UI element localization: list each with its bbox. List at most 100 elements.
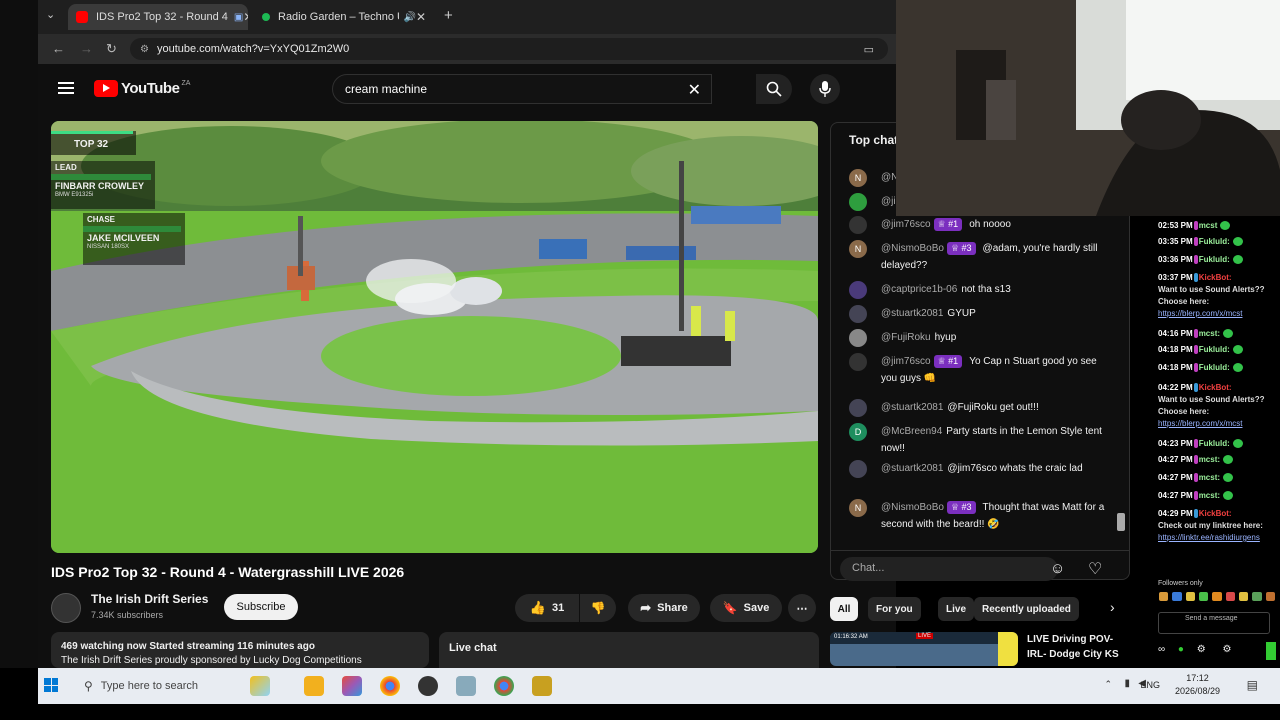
channel-avatar[interactable] <box>51 593 81 623</box>
more-actions-button[interactable]: ⋯ <box>788 594 816 622</box>
close-tab-icon[interactable]: ✕ <box>243 10 248 24</box>
network-app-icon[interactable] <box>456 676 476 696</box>
voice-search-button[interactable] <box>810 74 840 104</box>
back-icon[interactable]: ← <box>52 41 65 56</box>
chat-avatar[interactable] <box>849 460 867 478</box>
like-button[interactable]: 👍 31 <box>515 594 579 622</box>
youtube-logo[interactable]: YouTube ZA <box>94 80 190 97</box>
stream-chat-link[interactable]: https://blerp.com/x/mcst <box>1158 418 1276 430</box>
dislike-button[interactable]: 👎 <box>580 594 616 622</box>
chat-username[interactable]: @jim76sco <box>881 219 931 230</box>
search-input[interactable]: cream machine ✕ <box>332 74 712 104</box>
tab-radio-garden[interactable]: Radio Garden – Techno Und 🔊 ✕ <box>254 4 434 30</box>
clock[interactable]: 17:12 2026/08/29 <box>1175 672 1220 698</box>
save-button[interactable]: 🔖 Save <box>710 594 782 622</box>
chat-avatar[interactable]: D <box>849 423 867 441</box>
chat-username[interactable]: @jim76sco <box>881 356 931 367</box>
hamburger-menu-icon[interactable] <box>58 82 74 94</box>
stream-chat-username[interactable]: KickBot: <box>1199 273 1232 282</box>
chat-avatar[interactable]: N <box>849 499 867 517</box>
tray-chevron-icon[interactable]: ⌃ <box>1104 679 1112 690</box>
reload-icon[interactable]: ↻ <box>106 41 117 57</box>
stream-chat-username[interactable]: Fukluld: <box>1199 345 1230 354</box>
chat-avatar[interactable] <box>849 329 867 347</box>
battery-icon[interactable]: ▮ <box>1124 678 1130 689</box>
filter-chip-for-you[interactable]: For you <box>868 597 921 621</box>
address-bar[interactable]: ⚙ youtube.com/watch?v=YxYQ01Zm2W0 ▭ <box>130 38 888 60</box>
tab-search-chevron-icon[interactable]: ⌄ <box>46 8 55 21</box>
notification-icon[interactable]: ▤ <box>1247 678 1258 692</box>
stream-chat-username[interactable]: KickBot: <box>1199 509 1232 518</box>
settings-alt-icon[interactable]: ⚙ <box>1223 644 1232 655</box>
windows-start-icon[interactable] <box>44 678 58 692</box>
forward-icon[interactable]: → <box>80 41 93 56</box>
chat-username[interactable]: @stuartk2081 <box>881 308 943 319</box>
chat-username[interactable]: @stuartk2081 <box>881 463 943 474</box>
close-tab-icon[interactable]: ✕ <box>416 10 426 24</box>
chat-avatar[interactable]: N <box>849 169 867 187</box>
kick-icon[interactable]: ● <box>1178 644 1184 655</box>
stream-chat-link[interactable]: https://blerp.com/x/mcst <box>1158 308 1276 320</box>
chat-username[interactable]: @NismoBoBo <box>881 243 944 254</box>
cast-icon[interactable]: ▭ <box>864 43 874 56</box>
link-icon[interactable]: ∞ <box>1158 644 1165 655</box>
emoji-icon[interactable]: ☺ <box>1050 560 1065 577</box>
stream-chat-username[interactable]: mcst: <box>1199 491 1220 500</box>
stream-chat-username[interactable]: mcst: <box>1199 455 1220 464</box>
subscribe-button[interactable]: Subscribe <box>224 594 298 620</box>
stream-chat-username[interactable]: KickBot: <box>1199 383 1232 392</box>
app-icon[interactable] <box>532 676 552 696</box>
chat-avatar[interactable] <box>849 193 867 211</box>
tab-youtube[interactable]: IDS Pro2 Top 32 - Round 4 ▣ ✕ <box>68 4 248 30</box>
chat-avatar[interactable] <box>849 216 867 234</box>
chrome-active-icon[interactable] <box>494 676 514 696</box>
stream-chat-username[interactable]: Fukluld: <box>1199 363 1230 372</box>
chat-send-button[interactable] <box>1266 642 1276 660</box>
chevron-right-icon[interactable]: › <box>1110 599 1115 615</box>
chat-avatar[interactable] <box>849 305 867 323</box>
clear-search-icon[interactable]: ✕ <box>688 80 701 100</box>
chat-username[interactable]: @McBreen94 <box>881 426 942 437</box>
new-tab-icon[interactable]: + <box>444 7 453 24</box>
widgets-icon[interactable] <box>250 676 270 696</box>
video-player[interactable]: TOP 32 LEAD FINBARR CROWLEY BMW E91325i … <box>51 121 818 553</box>
chat-avatar[interactable] <box>849 353 867 371</box>
chat-username[interactable]: @captprice1b-06 <box>881 284 957 295</box>
chat-avatar[interactable] <box>849 281 867 299</box>
stream-chat-username[interactable]: Fukluld: <box>1199 439 1230 448</box>
stream-chat-username[interactable]: mcst: <box>1199 329 1220 338</box>
stream-chat-username[interactable]: Fukluld: <box>1199 255 1230 264</box>
description-box[interactable]: 469 watching now Started streaming 116 m… <box>51 632 429 668</box>
taskbar-search[interactable]: ⚲ Type here to search <box>76 670 242 702</box>
site-info-icon[interactable]: ⚙ <box>140 44 149 55</box>
chrome-icon[interactable] <box>380 676 400 696</box>
chat-mode-dropdown[interactable]: Top chat <box>849 133 898 147</box>
recommended-video[interactable]: 01:16:32 AM LIVE LIVE Driving POV- IRL- … <box>830 632 1130 672</box>
share-button[interactable]: ➦ Share <box>628 594 700 622</box>
stream-chat-username[interactable]: mcst <box>1199 221 1218 230</box>
chat-username[interactable]: @NismoBoBo <box>881 502 944 513</box>
stream-chat-username[interactable]: mcst: <box>1199 473 1220 482</box>
chat-username[interactable]: @stuartk2081 <box>881 402 943 413</box>
filter-chip-live[interactable]: Live <box>938 597 975 621</box>
chat-username[interactable]: @FujiRoku <box>881 332 931 343</box>
channel-name[interactable]: The Irish Drift Series <box>91 592 208 606</box>
chat-scrollbar[interactable] <box>1117 513 1125 531</box>
settings-icon[interactable]: ⚙ <box>1197 644 1206 655</box>
stream-chat-link[interactable]: https://linktr.ee/rashidiurgens <box>1158 532 1276 544</box>
audio-playing-icon[interactable]: 🔊 <box>403 12 415 23</box>
chat-username[interactable]: @ji <box>881 196 896 207</box>
filter-chip-recently-uploaded[interactable]: Recently uploaded <box>974 597 1079 621</box>
search-button[interactable] <box>756 74 792 104</box>
obs-icon[interactable] <box>418 676 438 696</box>
language-indicator[interactable]: ENG <box>1140 680 1160 690</box>
chat-avatar[interactable] <box>849 399 867 417</box>
filter-chip-all[interactable]: All <box>830 597 858 621</box>
chat-avatar[interactable]: N <box>849 240 867 258</box>
copilot-icon[interactable] <box>342 676 362 696</box>
stream-chat-username[interactable]: Fukluld: <box>1199 237 1230 246</box>
send-message-input[interactable]: Send a message <box>1158 612 1270 634</box>
file-explorer-icon[interactable] <box>304 676 324 696</box>
heart-icon[interactable]: ♡ <box>1088 559 1102 579</box>
chat-input[interactable]: Chat... <box>840 557 1058 581</box>
